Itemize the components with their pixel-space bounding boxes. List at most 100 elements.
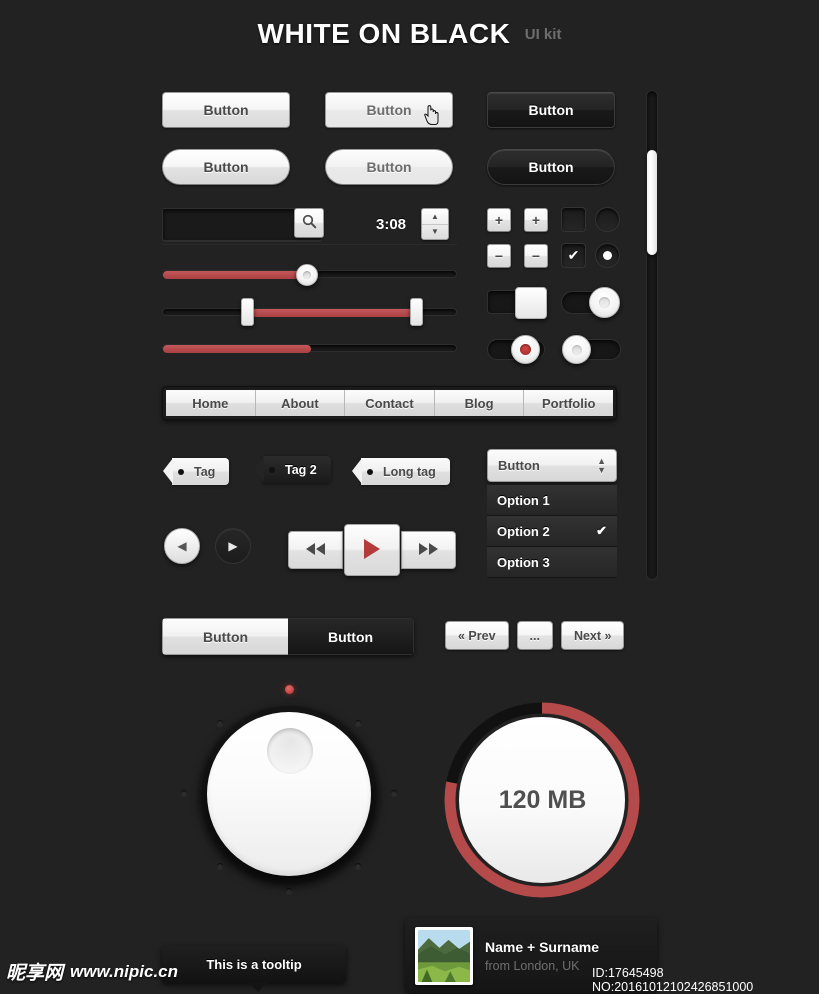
- slider-range-fill: [250, 309, 413, 317]
- tag-dark[interactable]: Tag 2: [254, 456, 331, 483]
- rotary-knob[interactable]: [175, 680, 403, 915]
- landscape-photo-icon: [418, 929, 470, 982]
- plus-button-2[interactable]: +: [524, 208, 548, 232]
- button-rect-dark[interactable]: Button: [487, 92, 615, 128]
- circle-next-button[interactable]: ▶: [215, 528, 251, 564]
- circular-progress-gauge: 120 MB: [440, 700, 645, 900]
- dropdown-option-3[interactable]: Option 3: [487, 547, 617, 578]
- tag-hole-icon: [269, 466, 275, 473]
- radio-dot-icon: [603, 251, 612, 260]
- nav-item-contact[interactable]: Contact: [345, 390, 435, 416]
- button-rect-light-hover[interactable]: Button: [325, 92, 453, 128]
- triangle-right-icon: ▶: [228, 539, 238, 553]
- chevron-down-icon[interactable]: ▼: [422, 225, 448, 240]
- nav-item-portfolio[interactable]: Portfolio: [524, 390, 613, 416]
- chevron-up-icon[interactable]: ▲: [422, 209, 448, 225]
- dropdown-trigger[interactable]: Button ▲ ▼: [487, 449, 617, 482]
- slider-range-handle-low[interactable]: [240, 298, 254, 326]
- toggle-white-knob[interactable]: [562, 335, 591, 364]
- spinner-buttons[interactable]: ▲ ▼: [421, 208, 449, 240]
- progress-bar-fill: [163, 345, 311, 353]
- updown-chevron-icon: ▲ ▼: [597, 455, 606, 475]
- time-spinner[interactable]: 3:08 ▲ ▼: [362, 208, 457, 240]
- tag-label: Long tag: [383, 464, 436, 479]
- nav-item-about[interactable]: About: [255, 390, 346, 416]
- gauge-svg: [444, 702, 640, 898]
- toggle-red-knob[interactable]: [511, 335, 540, 364]
- dropdown-option-label: Option 2: [497, 523, 550, 539]
- circle-prev-button[interactable]: ◀: [164, 528, 200, 564]
- knob-dimple-icon: [599, 297, 610, 308]
- dropdown-selected-label: Button: [498, 458, 540, 473]
- tag-hole-icon: [367, 468, 373, 475]
- tag-light-1[interactable]: Tag: [162, 458, 230, 485]
- tag-light-2[interactable]: Long tag: [352, 458, 450, 485]
- play-button[interactable]: [344, 524, 400, 576]
- search-icon: [302, 214, 317, 232]
- plus-button-1[interactable]: +: [487, 208, 511, 232]
- button-round-light[interactable]: Button: [162, 149, 290, 185]
- dropdown-option-1[interactable]: Option 1: [487, 485, 617, 516]
- knob-dimple-icon: [302, 271, 311, 279]
- scrollbar-thumb[interactable]: [647, 150, 657, 255]
- title-subtitle: UI kit: [524, 26, 562, 43]
- play-icon: [362, 538, 382, 563]
- radio-selected[interactable]: [595, 243, 620, 268]
- check-icon: ✔: [596, 523, 607, 538]
- fast-forward-button[interactable]: [401, 531, 456, 569]
- dial-face[interactable]: [207, 712, 371, 876]
- toggle-square-knob[interactable]: [515, 287, 547, 319]
- tooltip: This is a tooltip: [162, 946, 346, 992]
- title-main: WHITE ON BLACK: [257, 18, 511, 49]
- checkbox-unchecked[interactable]: [561, 207, 586, 232]
- watermark-url: www.nipic.cn: [70, 961, 179, 981]
- dropdown-option-label: Option 3: [497, 554, 550, 570]
- rewind-button[interactable]: [288, 531, 343, 569]
- slider-range-handle-high[interactable]: [409, 298, 423, 326]
- profile-text: Name + Surname from London, UK: [485, 939, 599, 973]
- minus-button-1[interactable]: −: [487, 244, 511, 268]
- watermark-id: ID:17645498 NO:20161012102426851000: [592, 966, 754, 994]
- button-round-light-hover[interactable]: Button: [325, 149, 453, 185]
- pagination-next-button[interactable]: Next »: [560, 621, 625, 650]
- button-rect-light[interactable]: Button: [162, 92, 290, 128]
- dial-indicator-dimple-icon: [267, 728, 313, 774]
- knob-red-dot-icon: [520, 344, 531, 355]
- dropdown-option-label: Option 1: [497, 492, 550, 508]
- pagination-prev-button[interactable]: « Prev: [445, 621, 509, 650]
- tag-hole-icon: [178, 468, 184, 475]
- pagination: « Prev ... Next »: [445, 621, 625, 650]
- checkbox-checked[interactable]: ✔: [561, 243, 586, 268]
- toggle-round-knob[interactable]: [589, 287, 620, 318]
- dropdown-list: Option 1 Option 2 ✔ Option 3: [487, 485, 617, 578]
- search-button[interactable]: [294, 208, 324, 238]
- minus-button-2[interactable]: −: [524, 244, 548, 268]
- rewind-icon: [304, 542, 328, 558]
- segment-right[interactable]: Button: [288, 618, 414, 655]
- dropdown-option-2[interactable]: Option 2 ✔: [487, 516, 617, 547]
- pagination-ellipsis-button[interactable]: ...: [516, 621, 553, 650]
- nav-item-home[interactable]: Home: [166, 390, 256, 416]
- nav-menu: Home About Contact Blog Portfolio: [162, 386, 617, 420]
- knob-dimple-icon: [571, 344, 582, 355]
- triangle-left-icon: ◀: [177, 539, 187, 553]
- segmented-control: Button Button: [162, 618, 414, 655]
- profile-location: from London, UK: [485, 958, 580, 973]
- avatar: [415, 926, 473, 985]
- tag-label: Tag: [194, 464, 216, 479]
- button-round-dark[interactable]: Button: [487, 149, 615, 185]
- slider-single-fill: [163, 271, 308, 279]
- page-title: WHITE ON BLACK UI kit: [0, 18, 819, 50]
- watermark: 昵享网 www.nipic.cn: [6, 958, 178, 985]
- fast-forward-icon: [417, 542, 441, 558]
- nav-item-blog[interactable]: Blog: [434, 390, 525, 416]
- tag-label: Tag 2: [285, 462, 317, 477]
- watermark-logo: 昵享网: [6, 962, 64, 984]
- field-divider: [162, 244, 457, 245]
- radio-unselected[interactable]: [595, 207, 620, 232]
- profile-name: Name + Surname: [485, 938, 599, 955]
- segment-left[interactable]: Button: [162, 618, 288, 655]
- spinner-value: 3:08: [375, 215, 407, 233]
- slider-single-handle[interactable]: [295, 264, 318, 286]
- ui-kit-canvas: WHITE ON BLACK UI kit Button Button Butt…: [0, 0, 819, 994]
